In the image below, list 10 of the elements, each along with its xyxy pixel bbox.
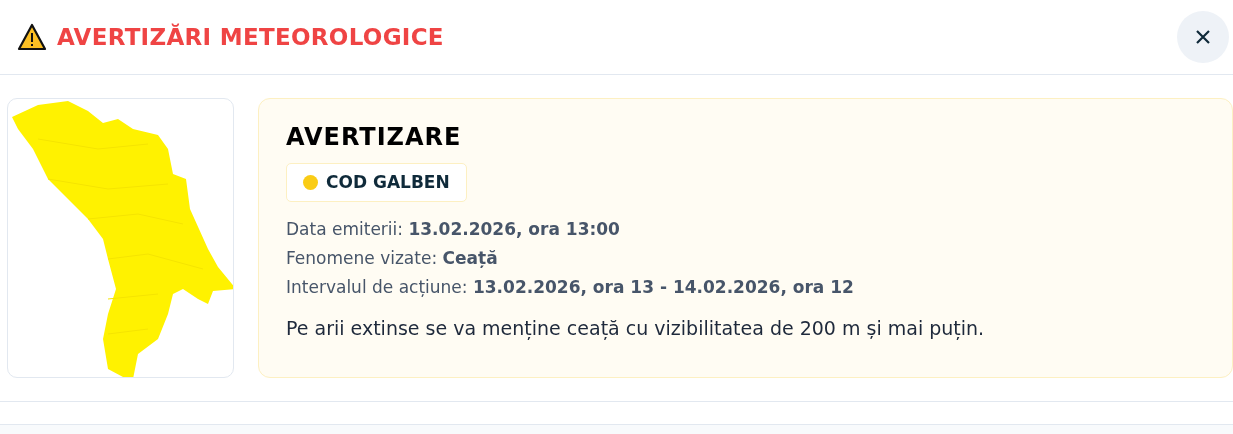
- warning-heading: AVERTIZARE: [286, 122, 463, 152]
- detail-line: Fenomene vizate: Ceață: [286, 247, 499, 270]
- warning-icon: [17, 23, 47, 51]
- close-button[interactable]: [1177, 11, 1229, 63]
- close-icon: [1196, 30, 1210, 44]
- detail-line: Data emiterii: 13.02.2026, ora 13:00: [286, 218, 621, 241]
- page-title: AVERTIZĂRI METEOROLOGICE: [57, 22, 444, 52]
- code-label: COD GALBEN: [326, 170, 450, 194]
- detail-line: Intervalul de acțiune: 13.02.2026, ora 13 - 14.02.2026, ora 12: [286, 276, 855, 299]
- warning-description: Pe arii extinse se va menține ceață cu vizibilitatea de 200 m și mai puțin.: [286, 316, 986, 342]
